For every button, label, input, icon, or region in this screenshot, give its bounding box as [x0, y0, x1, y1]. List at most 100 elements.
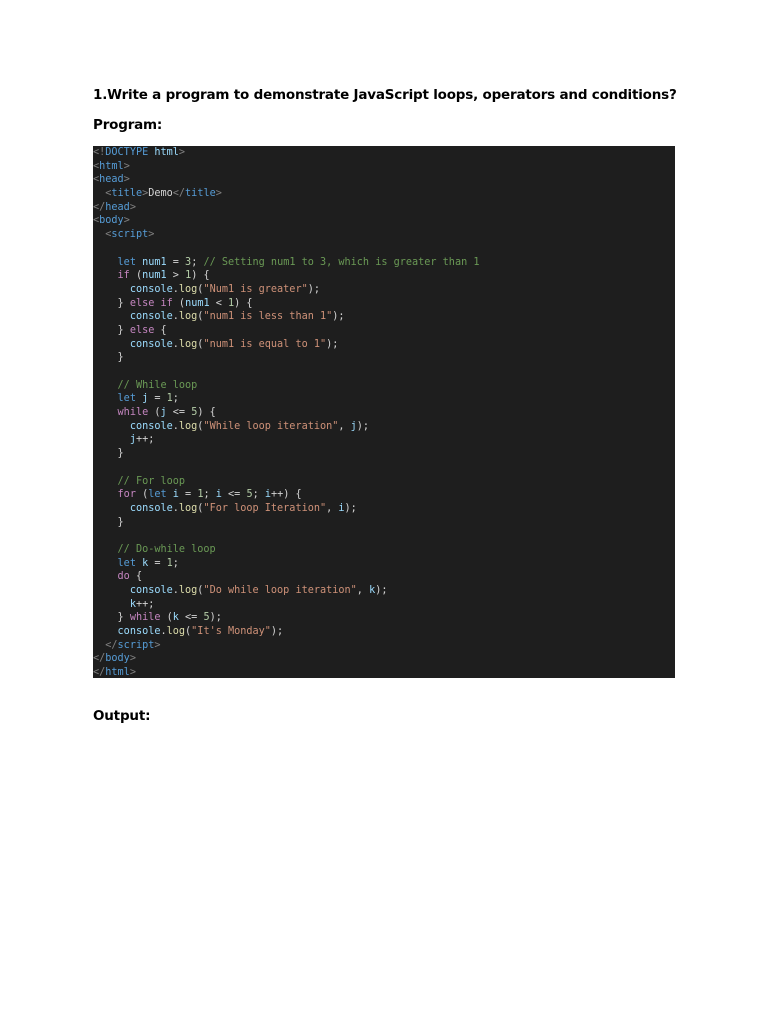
- code-token: let: [117, 557, 136, 569]
- code-token: );: [326, 338, 339, 350]
- code-token: log: [178, 311, 198, 323]
- code-token: head: [99, 174, 124, 186]
- code-token: console: [129, 585, 173, 596]
- code-line: // For loop: [93, 475, 675, 489]
- code-token: html: [105, 667, 130, 678]
- code-token: }: [93, 448, 124, 460]
- code-token: <!: [93, 147, 106, 158]
- code-token: ,: [338, 420, 351, 432]
- code-line: <!DOCTYPE html>: [93, 146, 675, 160]
- code-line: }: [93, 447, 675, 461]
- code-line: let j = 1;: [93, 392, 675, 406]
- code-token: </: [93, 653, 106, 665]
- code-line: </script>: [93, 639, 675, 653]
- program-label: Program:: [93, 117, 163, 133]
- code-token: ;: [172, 557, 179, 569]
- code-token: console: [129, 338, 173, 350]
- code-token: =: [166, 256, 186, 268]
- code-token: <: [209, 297, 229, 309]
- code-token: ;: [252, 489, 265, 501]
- code-token: title: [111, 188, 143, 200]
- code-lines: <!DOCTYPE html> <html> <head> <title>Demo<…: [93, 146, 675, 678]
- code-line: console.log("For loop Iteration", i);: [93, 502, 675, 516]
- code-line: </head>: [93, 201, 675, 215]
- code-token: </: [93, 667, 106, 678]
- code-token: "While loop iteration": [203, 420, 339, 432]
- code-line: // While loop: [93, 379, 675, 393]
- code-token: num1: [142, 256, 167, 268]
- code-token: ++;: [135, 598, 155, 610]
- code-token: do: [117, 571, 130, 583]
- code-token: num1: [142, 270, 167, 282]
- code-token: "It's Monday": [191, 626, 271, 638]
- code-line: <head>: [93, 173, 675, 187]
- code-line: } else {: [93, 324, 675, 338]
- code-token: ,: [356, 585, 370, 596]
- code-token: else: [129, 297, 155, 309]
- code-token: ) {: [234, 297, 253, 309]
- code-token: (: [160, 612, 173, 624]
- code-line: </html>: [93, 666, 675, 678]
- code-token: // Do-while loop: [117, 543, 216, 555]
- code-line: console.log("num1 is less than 1");: [93, 310, 675, 324]
- code-token: "Do while loop iteration": [203, 585, 357, 596]
- code-token: log: [178, 502, 198, 514]
- code-token: (: [148, 407, 161, 419]
- code-token: log: [178, 338, 198, 350]
- code-token: <: [93, 188, 112, 200]
- code-token: =: [148, 557, 167, 569]
- code-token: }: [93, 516, 124, 528]
- code-line: }: [93, 351, 675, 365]
- code-line: while (j <= 5) {: [93, 406, 675, 420]
- code-token: >: [129, 201, 136, 213]
- code-line: <title>Demo</title>: [93, 187, 675, 201]
- code-token: ;: [172, 393, 179, 405]
- code-token: while: [129, 612, 161, 624]
- code-token: ) {: [197, 407, 216, 419]
- code-token: );: [307, 283, 320, 295]
- code-token: console: [117, 626, 161, 638]
- code-block: <!DOCTYPE html> <html> <head> <title>Demo<…: [93, 146, 675, 678]
- code-token: num1: [185, 297, 210, 309]
- code-token: ++;: [135, 434, 155, 446]
- code-token: (: [172, 297, 186, 309]
- code-token: title: [185, 188, 216, 200]
- code-token: >: [123, 215, 130, 227]
- code-token: );: [356, 420, 370, 432]
- code-token: body: [105, 653, 130, 665]
- code-token: log: [166, 626, 186, 638]
- code-token: Demo: [148, 188, 173, 200]
- code-token: "num1 is equal to 1": [203, 338, 327, 350]
- code-token: console: [129, 311, 173, 323]
- code-token: }: [93, 297, 130, 309]
- code-token: {: [129, 571, 143, 583]
- code-line: j++;: [93, 433, 675, 447]
- code-token: }: [93, 352, 124, 364]
- code-token: "Num1 is greater": [203, 283, 308, 295]
- code-token: // While loop: [117, 379, 198, 391]
- code-token: );: [375, 585, 388, 596]
- code-line: <body>: [93, 214, 675, 228]
- output-label: Output:: [93, 708, 151, 724]
- code-token: >: [154, 639, 161, 651]
- code-token: ++) {: [271, 489, 302, 501]
- code-token: <: [93, 229, 112, 241]
- code-token: script: [111, 229, 149, 241]
- code-token: (: [129, 270, 143, 282]
- code-line: <script>: [93, 228, 675, 242]
